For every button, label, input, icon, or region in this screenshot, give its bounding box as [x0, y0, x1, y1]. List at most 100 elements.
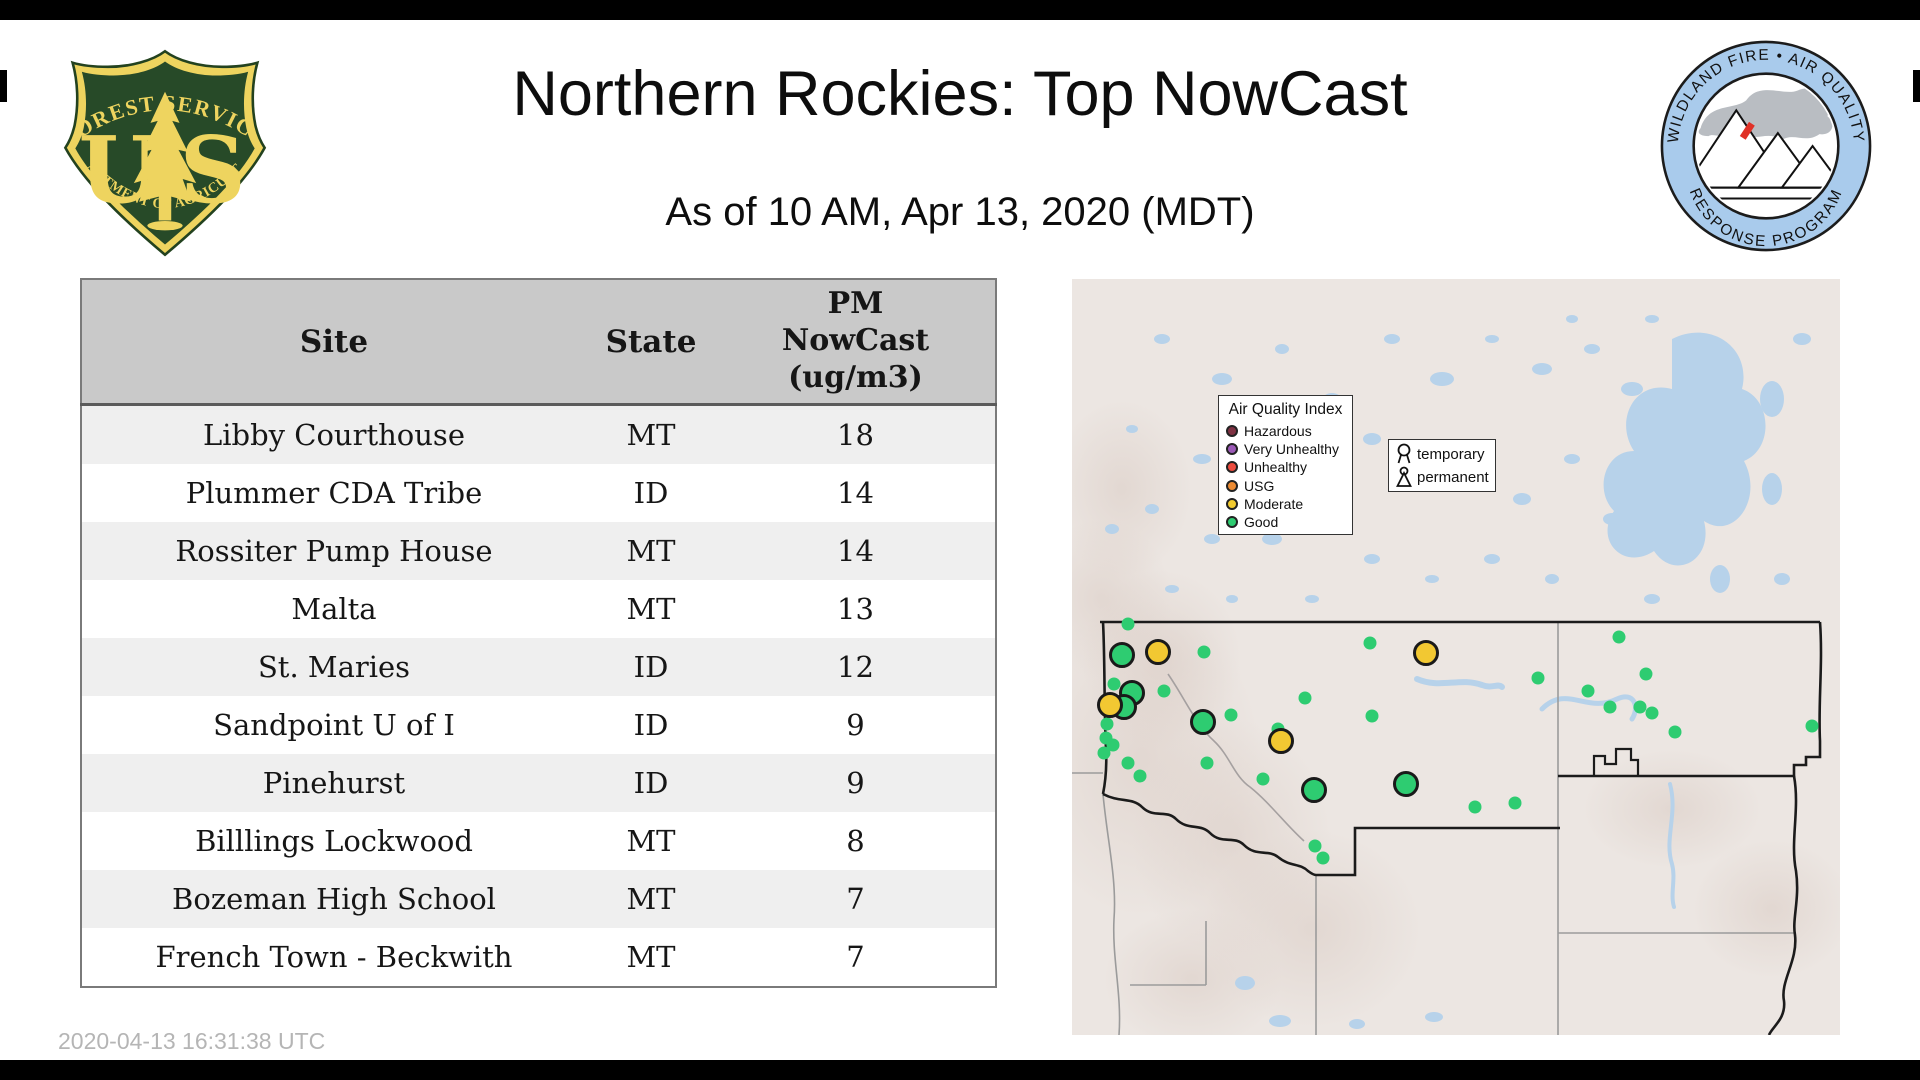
monitor-dot-small	[1365, 709, 1379, 723]
wfaqrp-circle-icon: WILDLAND FIRE • AIR QUALITY RESPONSE PRO…	[1660, 40, 1872, 252]
monitor-dot-small	[1633, 700, 1647, 714]
aqi-color-dot	[1226, 479, 1238, 492]
col-header-pm-nowcast: PM NowCast (ug/m3)	[716, 279, 996, 406]
state-cell: MT	[626, 940, 676, 974]
permanent-monitor-icon	[1396, 466, 1412, 487]
value-cell: 7	[846, 940, 865, 974]
state-cell: MT	[626, 418, 676, 452]
monitor-dot-small	[1316, 851, 1330, 865]
value-cell: 14	[837, 534, 874, 568]
monitor-dot-small	[1107, 677, 1121, 691]
site-cell: Libby Courthouse	[203, 418, 465, 452]
aqi-legend: Air Quality Index Hazardous Very Unhealth…	[1218, 395, 1353, 535]
monitor-dot-small	[1805, 719, 1819, 733]
col-header-state: State	[586, 279, 716, 406]
table-row: Libby Courthouse MT 18	[81, 404, 996, 464]
state-cell: MT	[626, 534, 676, 568]
site-cell: Pinehurst	[262, 766, 406, 800]
aqi-map: Air Quality Index Hazardous Very Unhealth…	[1072, 279, 1840, 1035]
monitor-type-legend: temporary permanent	[1388, 439, 1496, 492]
monitor-dot-large	[1145, 639, 1171, 665]
site-cell: St. Maries	[257, 650, 411, 684]
aqi-color-dot	[1226, 443, 1238, 456]
video-artifact-right	[1913, 70, 1920, 102]
table-row: Bozeman High School MT 7	[81, 870, 996, 928]
value-cell: 9	[846, 708, 865, 742]
monitor-dot-large	[1393, 771, 1419, 797]
aqi-category-label: Hazardous	[1244, 423, 1312, 440]
site-cell: Bozeman High School	[172, 882, 496, 916]
temporary-legend-row: temporary	[1395, 443, 1489, 465]
state-cell: ID	[633, 476, 669, 510]
state-cell: MT	[626, 592, 676, 626]
aqi-category-label: Good	[1244, 514, 1279, 531]
value-cell: 18	[837, 418, 874, 452]
monitor-dot-small	[1468, 800, 1482, 814]
monitor-dot-small	[1097, 746, 1111, 760]
value-cell: 7	[846, 882, 865, 916]
permanent-label: permanent	[1417, 468, 1489, 486]
aqi-category-label: Unhealthy	[1244, 459, 1308, 476]
monitor-dot-large	[1097, 692, 1123, 718]
value-cell: 12	[837, 650, 874, 684]
temporary-monitor-icon	[1397, 443, 1411, 464]
monitor-dot-small	[1298, 691, 1312, 705]
aqi-category-label: USG	[1244, 477, 1275, 494]
aqi-color-dot	[1226, 425, 1238, 438]
site-cell: Rossiter Pump House	[175, 534, 493, 568]
table-row: Rossiter Pump House MT 14	[81, 522, 996, 580]
generated-timestamp: 2020-04-13 16:31:38 UTC	[58, 1028, 326, 1054]
monitor-dot-small	[1121, 617, 1135, 631]
monitor-dot-large	[1190, 709, 1216, 735]
monitor-dot-small	[1639, 667, 1653, 681]
page-title: Northern Rockies: Top NowCast	[512, 59, 1408, 129]
aqi-legend-item: Hazardous	[1226, 422, 1345, 440]
monitor-dot-large	[1413, 640, 1439, 666]
aqi-legend-title: Air Quality Index	[1228, 401, 1343, 418]
monitor-dot-small	[1581, 684, 1595, 698]
video-artifact-left	[0, 70, 7, 102]
table-row: Plummer CDA Tribe ID 14	[81, 464, 996, 522]
value-cell: 9	[846, 766, 865, 800]
monitor-dot-small	[1197, 645, 1211, 659]
monitor-dot-large	[1301, 777, 1327, 803]
aqi-legend-items: Hazardous Very Unhealthy Unhealthy USG Moder…	[1226, 422, 1345, 531]
aqi-legend-item: Moderate	[1226, 495, 1345, 513]
table-row: Sandpoint U of I ID 9	[81, 696, 996, 754]
letterbox-top	[0, 0, 1920, 20]
monitor-dot-small	[1363, 636, 1377, 650]
monitor-dot-small	[1100, 717, 1114, 731]
monitor-dot-small	[1121, 756, 1135, 770]
value-cell: 8	[846, 824, 865, 858]
state-cell: ID	[633, 766, 669, 800]
table-row: Pinehurst ID 9	[81, 754, 996, 812]
aqi-legend-item: USG	[1226, 477, 1345, 495]
aqi-color-dot	[1226, 516, 1238, 529]
site-cell: Plummer CDA Tribe	[185, 476, 483, 510]
site-cell: French Town - Beckwith	[155, 940, 513, 974]
map-canvas	[1072, 279, 1840, 1035]
forest-service-logo: FOREST SERVICE U S DEPARTMENT OF AGRICUL…	[48, 25, 274, 262]
state-cell: ID	[633, 650, 669, 684]
monitor-dot-small	[1157, 684, 1171, 698]
aqi-color-dot	[1226, 461, 1238, 474]
monitor-dot-large	[1109, 642, 1135, 668]
aqi-color-dot	[1226, 497, 1238, 510]
aqi-category-label: Moderate	[1244, 495, 1304, 512]
temporary-label: temporary	[1417, 445, 1485, 463]
table-row: Malta MT 13	[81, 580, 996, 638]
site-cell: Billlings Lockwood	[195, 824, 473, 858]
site-cell: Malta	[291, 592, 377, 626]
table-header-row: Site State PM NowCast (ug/m3)	[81, 279, 996, 406]
monitor-dot-small	[1133, 769, 1147, 783]
monitor-dot-small	[1645, 706, 1659, 720]
monitor-dot-small	[1508, 796, 1522, 810]
aqi-legend-item: Very Unhealthy	[1226, 440, 1345, 458]
monitor-dot-small	[1603, 700, 1617, 714]
state-cell: MT	[626, 882, 676, 916]
wfaqrp-logo: WILDLAND FIRE • AIR QUALITY RESPONSE PRO…	[1657, 37, 1875, 255]
nowcast-table-body: Libby Courthouse MT 18 Plummer CDA Tribe…	[81, 404, 996, 987]
aqi-category-label: Very Unhealthy	[1244, 441, 1339, 458]
monitor-dot-small	[1256, 772, 1270, 786]
aqi-legend-item: Good	[1226, 513, 1345, 531]
